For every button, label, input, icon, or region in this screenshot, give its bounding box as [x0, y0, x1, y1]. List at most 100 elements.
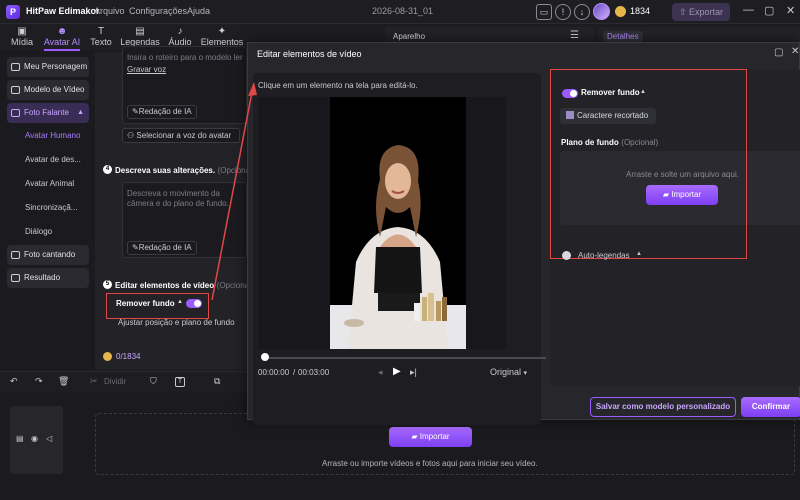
save-template-button[interactable]: Salvar como modelo personalizado	[590, 397, 736, 417]
import-label: Importar	[419, 432, 450, 441]
layout-icon[interactable]: ▭	[536, 4, 552, 20]
tab-avatar-ai[interactable]: ☻ Avatar AI	[42, 26, 82, 47]
dialog-title: Editar elementos de vídeo	[257, 49, 362, 59]
shield-icon[interactable]: ⛉	[150, 376, 157, 387]
record-voice-link[interactable]: Gravar voz	[127, 65, 166, 75]
project-name: 2026-08-31_01	[372, 6, 434, 16]
timeline-import-button[interactable]: ▰ Importar	[389, 427, 472, 447]
save-icon[interactable]: ▤	[16, 434, 24, 443]
size-label: Original	[490, 367, 522, 377]
maximize-icon[interactable]: ▢	[764, 4, 774, 17]
menu-ajuda[interactable]: Ajuda	[187, 6, 210, 16]
tab-detalhes[interactable]: Detalhes	[603, 31, 643, 42]
photo-icon	[11, 109, 20, 117]
changes-placeholder: Descreva o movimento da câmera e do plan…	[127, 189, 229, 208]
tab-audio[interactable]: ♪ Áudio	[166, 26, 194, 47]
next-frame-icon[interactable]: ▸|	[410, 367, 417, 378]
track-controls: ▤ ◉ ◁	[10, 406, 63, 474]
export-label: Exportar	[689, 7, 724, 17]
current-time: 00:00:00	[258, 368, 290, 377]
step-5-heading: Editar elementos de vídeo (Opcional)	[115, 280, 247, 291]
info-icon[interactable]: !	[555, 4, 571, 20]
timeline-hint: Arraste ou importe vídeos e fotos aqui p…	[322, 459, 538, 468]
speaker-icon[interactable]: ◁	[46, 434, 52, 443]
video-frame[interactable]	[330, 97, 466, 349]
tab-midia[interactable]: ▣ Mídia	[8, 26, 36, 47]
sidebar-sub-avatar-animal[interactable]: Avatar Animal	[25, 179, 74, 188]
step-5-number: 5	[103, 280, 112, 289]
sidebar-sub-avatar-desenho[interactable]: Avatar de des...	[25, 155, 81, 164]
sidebar-item-foto-falante[interactable]: Foto Falante ▲	[7, 103, 89, 123]
script-textarea[interactable]: Insira o roteiro para o modelo ler Grava…	[122, 46, 247, 124]
sidebar-sub-sincronizacao[interactable]: Sincronizaçã...	[25, 203, 77, 212]
avatar-ai-icon: ☻	[56, 26, 68, 37]
timeline-toolbar: ↶ ↷ 🗑 ✂ Dividir ⛉ T ⧉	[0, 371, 247, 393]
tool-label: Avatar AI	[43, 37, 81, 47]
highlight-box-settings	[550, 69, 747, 259]
elements-icon: ✦	[217, 26, 227, 37]
maximize-icon[interactable]: ▢	[774, 47, 783, 58]
result-icon	[11, 274, 20, 282]
progress-handle[interactable]	[261, 353, 269, 361]
undo-icon[interactable]: ↶	[10, 376, 18, 387]
split-icon[interactable]: ✂	[90, 376, 98, 387]
sidebar-item-foto-cantando[interactable]: Foto cantando	[7, 245, 89, 265]
eye-icon[interactable]: ◉	[31, 434, 38, 443]
select-voice-button[interactable]: ⚇ Selecionar a voz do avatar	[122, 128, 240, 143]
video-progress-bar[interactable]	[264, 357, 546, 359]
active-tab-indicator	[44, 49, 80, 51]
script-text: Insira o roteiro para o modelo ler	[127, 53, 243, 62]
adjust-position-link[interactable]: Ajustar posição e plano de fundo	[118, 318, 235, 327]
step-4-number: 4	[103, 165, 112, 174]
tool-label: Mídia	[10, 37, 33, 47]
folder-icon: ▰	[411, 432, 420, 441]
avatar[interactable]	[593, 3, 610, 20]
text-box-icon[interactable]: T	[175, 377, 185, 387]
sidebar-item-resultado[interactable]: Resultado	[7, 268, 89, 288]
minimize-icon[interactable]: —	[743, 4, 754, 16]
tab-texto[interactable]: T Texto	[88, 26, 114, 47]
crop-icon[interactable]: ⧉	[214, 376, 220, 387]
captions-icon: ▤	[135, 26, 145, 37]
changes-textarea[interactable]: Descreva o movimento da câmera e do plan…	[122, 182, 247, 258]
photo-music-icon	[11, 251, 20, 259]
close-icon[interactable]: ✕	[791, 46, 799, 57]
ai-writing-button[interactable]: ✎Redação de IA	[127, 105, 197, 119]
app-logo: P	[6, 5, 20, 19]
step-5-optional: (Opcional)	[216, 281, 247, 290]
auto-captions-toggle[interactable]	[562, 251, 571, 260]
template-icon	[11, 86, 20, 94]
redo-icon[interactable]: ↷	[35, 376, 43, 387]
sidebar-sub-dialogo[interactable]: Diálogo	[25, 227, 52, 236]
ai-write-icon: ✎	[132, 107, 139, 116]
credits-count: 1834	[630, 6, 651, 16]
trash-icon[interactable]: 🗑	[58, 376, 69, 387]
sidebar-item-meu-personagem[interactable]: Meu Personagem	[7, 57, 89, 77]
sidebar-sub-avatar-humano[interactable]: Avatar Humano	[25, 131, 80, 140]
menu-arquivo[interactable]: Arquivo	[94, 6, 125, 16]
size-select[interactable]: Original ▾	[490, 367, 527, 377]
ai-write-icon: ✎	[132, 243, 139, 252]
split-label[interactable]: Dividir	[104, 377, 126, 386]
voice-icon: ⚇	[127, 131, 137, 140]
edit-video-elements-dialog: Editar elementos de vídeo ▢ ✕ Clique em …	[247, 42, 800, 425]
export-button[interactable]: ⇧ Exportar	[672, 3, 730, 21]
sidebar-item-modelo-de-video[interactable]: Modelo de Vídeo	[7, 80, 89, 100]
tab-legendas[interactable]: ▤ Legendas	[120, 26, 160, 47]
woman-cutout-image	[330, 145, 466, 349]
play-icon[interactable]: ▶	[393, 366, 401, 377]
menu-configuracoes[interactable]: Configurações	[129, 6, 187, 16]
coin-icon	[615, 6, 626, 17]
menu-icon[interactable]: ☰	[570, 30, 579, 41]
ai-writing-button-2[interactable]: ✎Redação de IA	[127, 241, 197, 255]
step-5-title: Editar elementos de vídeo	[115, 281, 215, 290]
remove-bg-toggle[interactable]	[186, 299, 202, 308]
close-icon[interactable]: ✕	[786, 4, 795, 17]
confirm-button[interactable]: Confirmar	[741, 397, 800, 417]
ai-writing-label: Redação de IA	[138, 107, 192, 116]
prev-frame-icon[interactable]: ◂	[378, 367, 383, 378]
device-label: Aparelho	[393, 32, 426, 41]
preview-hint: Clique em um elemento na tela para editá…	[258, 81, 418, 90]
tab-elementos[interactable]: ✦ Elementos	[200, 26, 244, 47]
download-icon[interactable]: ↓	[574, 4, 590, 20]
